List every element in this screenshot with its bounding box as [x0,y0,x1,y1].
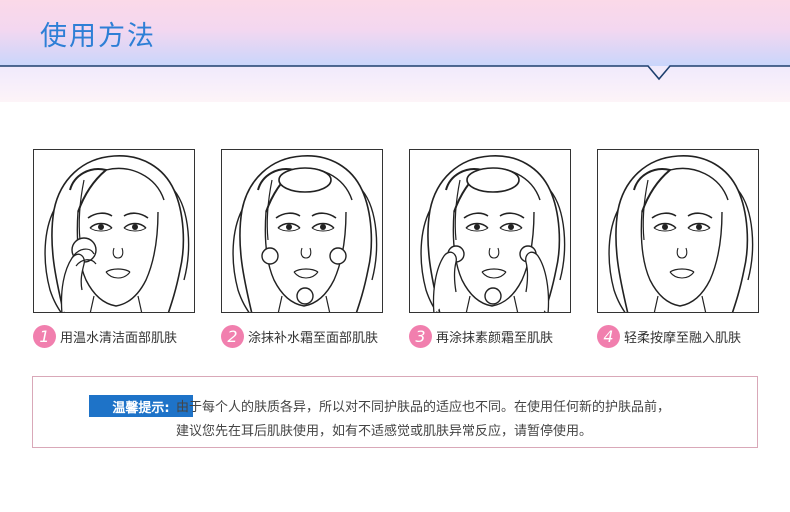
tips-line-2: 建议您先在耳后肌肤使用，如有不适感觉或肌肤异常反应，请暂停使用。 [176,424,593,439]
step-2-caption: 2 涂抹补水霜至面部肌肤 [221,323,378,349]
step-text: 涂抹补水霜至面部肌肤 [248,330,379,346]
tips-box: 温馨提示: 由于每个人的肤质各异，所以对不同护肤品的适应也不同。在使用任何新的护… [32,376,758,448]
step-4-caption: 4 轻柔按摩至融入肌肤 [597,323,741,349]
tips-line-1: 由于每个人的肤质各异，所以对不同护肤品的适应也不同。在使用任何新的护肤品前， [176,400,671,415]
step-number-badge: 4 [597,324,620,348]
step-text: 用温水清洁面部肌肤 [60,330,178,346]
step-number-badge: 1 [33,324,56,348]
step-text: 再涂抹素颜霜至肌肤 [436,330,554,346]
step-3-illustration [409,149,571,313]
step-2-illustration [221,149,383,313]
step-number-badge: 3 [409,324,432,348]
step-number-badge: 2 [221,324,244,348]
step-1-illustration [33,149,195,313]
header-banner: 使用方法 [0,0,790,102]
step-3-caption: 3 再涂抹素颜霜至肌肤 [409,323,553,349]
step-text: 轻柔按摩至融入肌肤 [624,330,742,346]
step-1-caption: 1 用温水清洁面部肌肤 [33,323,177,349]
step-4-illustration [597,149,759,313]
page-title: 使用方法 [40,21,156,52]
